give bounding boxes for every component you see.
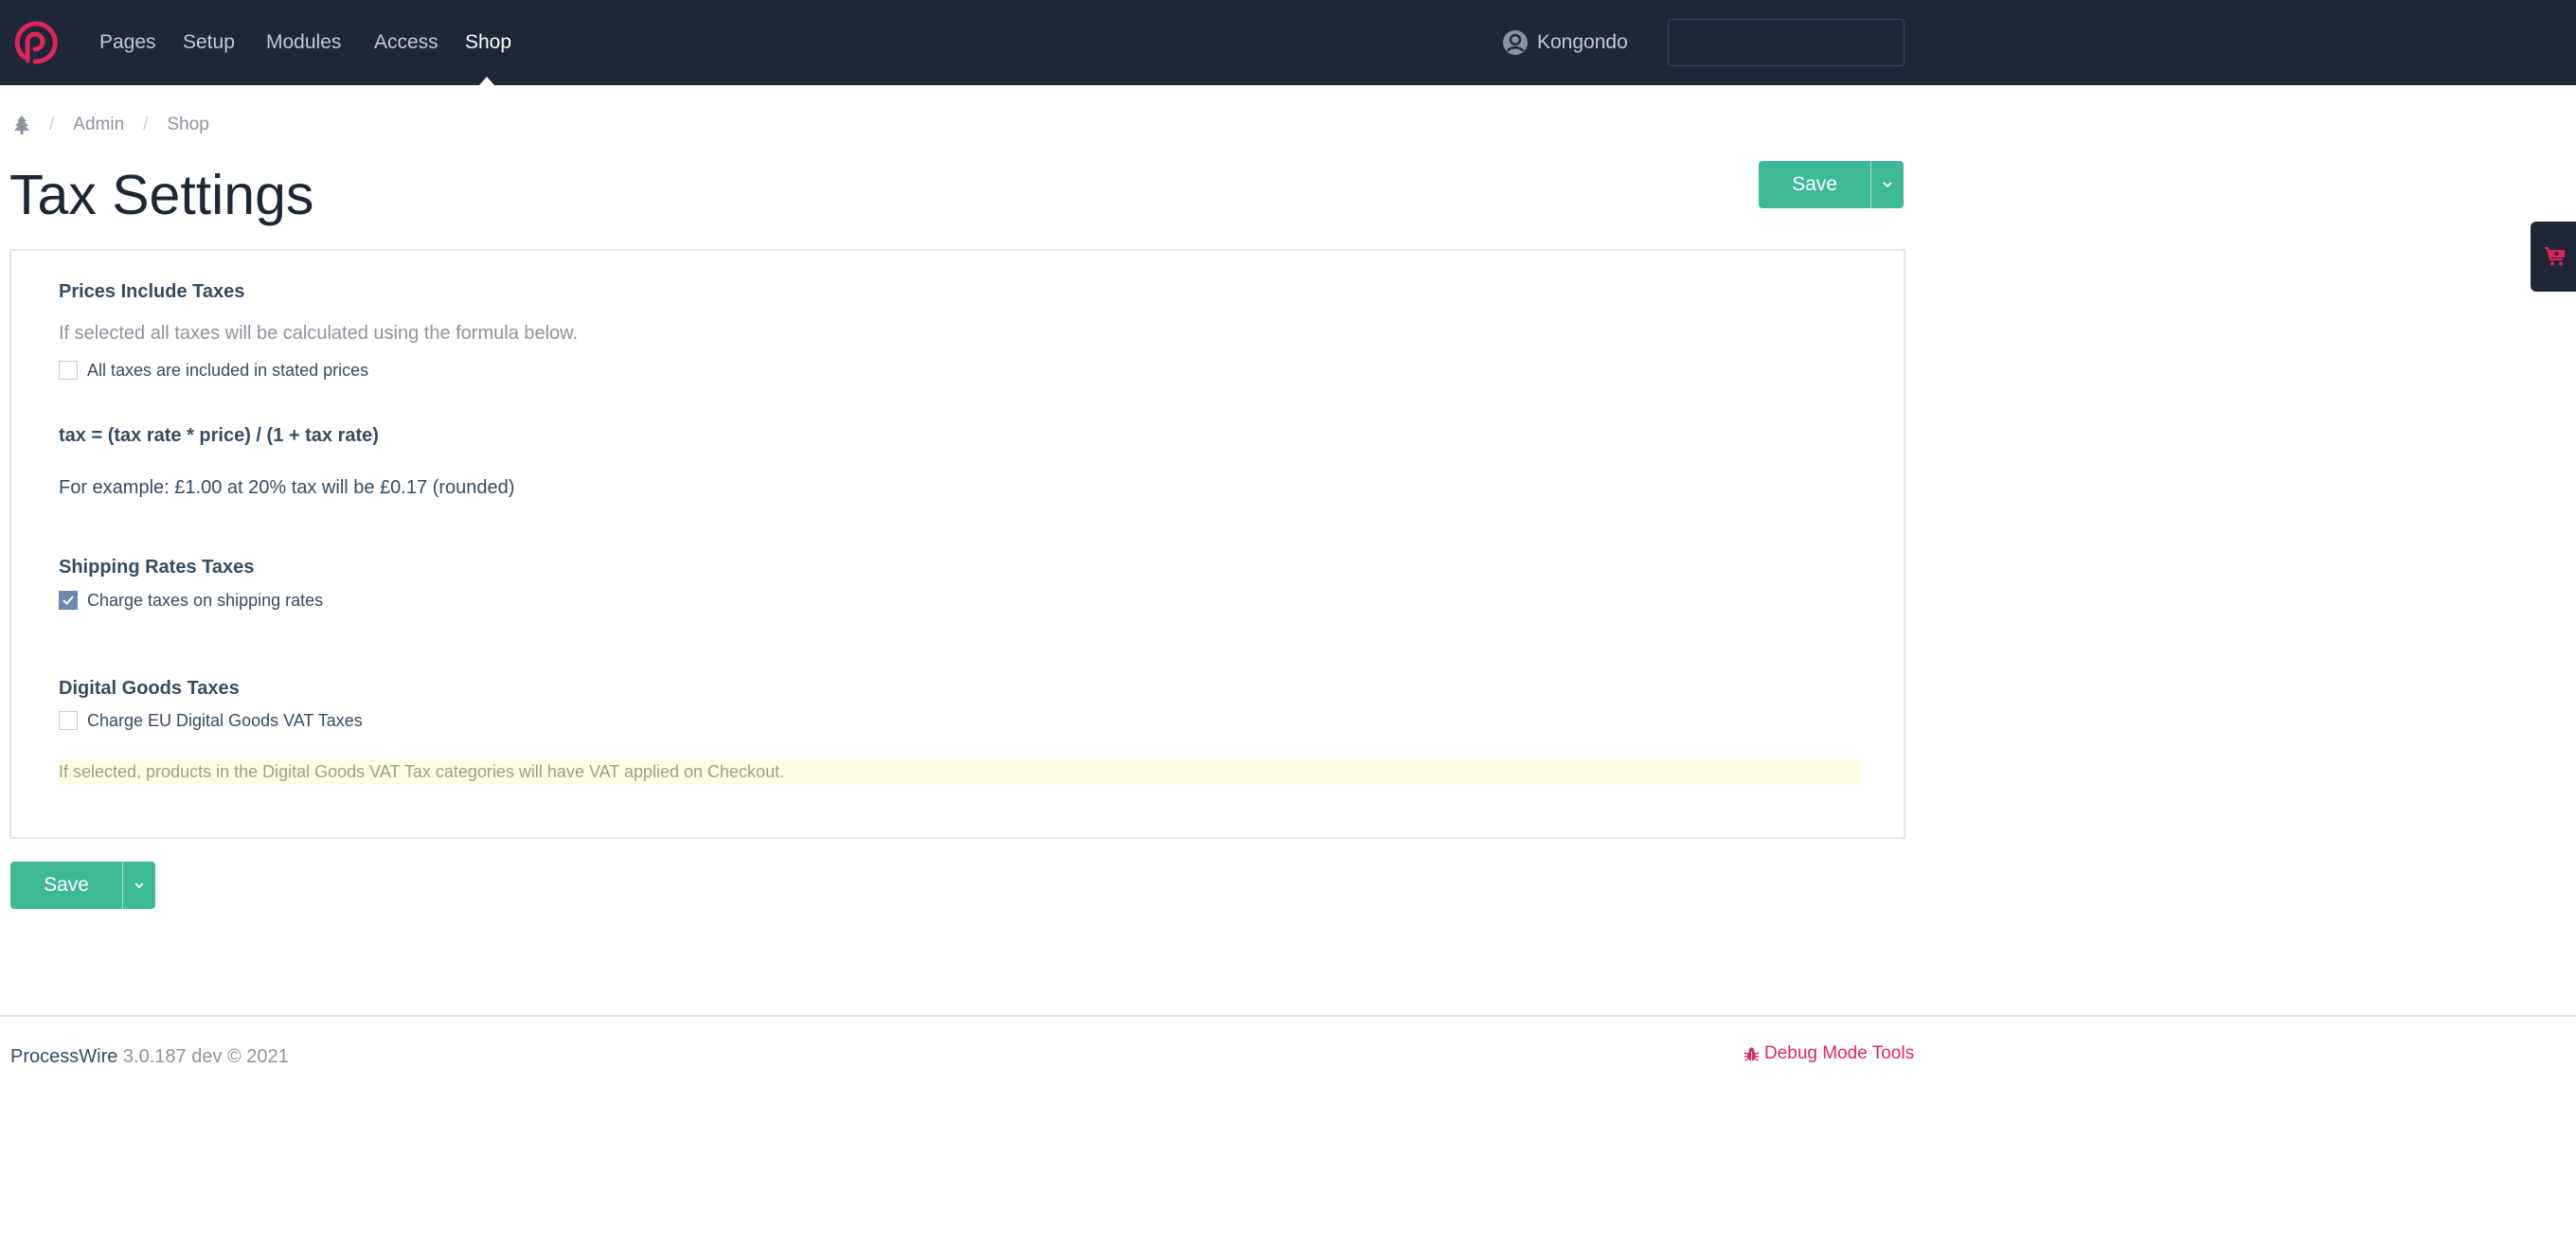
footer-brand: ProcessWire (10, 1046, 118, 1067)
checkbox-label: All taxes are included in stated prices (87, 361, 369, 380)
search-box[interactable] (1668, 19, 1913, 66)
breadcrumb: / Admin / Shop (13, 112, 209, 138)
save-dropdown-button[interactable] (122, 862, 155, 909)
footer-divider (0, 1015, 2576, 1017)
section-title-prices: Prices Include Taxes (59, 281, 245, 302)
section-title-shipping: Shipping Rates Taxes (59, 557, 255, 578)
search-input[interactable] (1690, 31, 1913, 54)
chevron-down-icon (1883, 182, 1892, 188)
user-circle-icon (1503, 30, 1528, 55)
shop-side-tab[interactable] (2531, 222, 2576, 292)
digital-goods-vat-checkbox[interactable] (59, 711, 78, 730)
prices-description: If selected all taxes will be calculated… (59, 323, 579, 344)
save-button[interactable]: Save (1759, 161, 1870, 208)
cart-plus-icon (2545, 246, 2565, 266)
checkbox-label: Charge EU Digital Goods VAT Taxes (87, 711, 363, 730)
breadcrumb-shop[interactable]: Shop (167, 115, 208, 135)
tax-example: For example: £1.00 at 20% tax will be £0… (59, 477, 515, 498)
chevron-down-icon (134, 882, 144, 889)
tax-settings-panel: Prices Include Taxes If selected all tax… (9, 249, 1905, 839)
nav-item-shop[interactable]: Shop (465, 28, 511, 57)
check-icon (63, 596, 74, 605)
footer-version: 3.0.187 dev © 2021 (122, 1046, 289, 1067)
breadcrumb-admin[interactable]: Admin (73, 115, 124, 135)
prices-include-taxes-option[interactable]: All taxes are included in stated prices (59, 358, 368, 383)
bug-icon (1744, 1046, 1760, 1061)
debug-mode-tools-link[interactable]: Debug Mode Tools (1744, 1041, 1914, 1067)
digital-goods-notice: If selected, products in the Digital Goo… (59, 759, 1860, 785)
nav-item-access[interactable]: Access (374, 28, 438, 57)
tree-icon[interactable] (13, 115, 30, 135)
save-dropdown-button[interactable] (1870, 161, 1904, 208)
shipping-taxes-option[interactable]: Charge taxes on shipping rates (59, 588, 323, 613)
save-button[interactable]: Save (10, 862, 122, 909)
debug-mode-tools-label: Debug Mode Tools (1764, 1043, 1915, 1063)
processwire-logo-icon[interactable] (11, 19, 59, 66)
shipping-taxes-checkbox[interactable] (59, 591, 78, 610)
active-nav-caret (479, 77, 494, 85)
page-title: Tax Settings (9, 164, 314, 226)
nav-item-modules[interactable]: Modules (266, 28, 341, 57)
prices-include-taxes-checkbox[interactable] (59, 361, 78, 380)
breadcrumb-separator: / (143, 115, 149, 134)
nav-item-setup[interactable]: Setup (183, 28, 235, 57)
save-button-group-top: Save (1759, 161, 1904, 208)
section-title-digital: Digital Goods Taxes (59, 678, 240, 699)
user-name: Kongondo (1537, 31, 1628, 53)
breadcrumb-separator: / (49, 115, 55, 134)
digital-goods-vat-option[interactable]: Charge EU Digital Goods VAT Taxes (59, 708, 363, 733)
save-button-group-bottom: Save (10, 862, 155, 909)
masthead: Pages Setup Modules Access Shop Kongondo (0, 0, 2576, 85)
footer-info: ProcessWire 3.0.187 dev © 2021 (10, 1043, 289, 1070)
tax-formula: tax = (tax rate * price) / (1 + tax rate… (59, 425, 379, 446)
nav-item-pages[interactable]: Pages (99, 28, 156, 57)
checkbox-label: Charge taxes on shipping rates (87, 591, 324, 610)
user-menu[interactable]: Kongondo (1502, 27, 1628, 58)
